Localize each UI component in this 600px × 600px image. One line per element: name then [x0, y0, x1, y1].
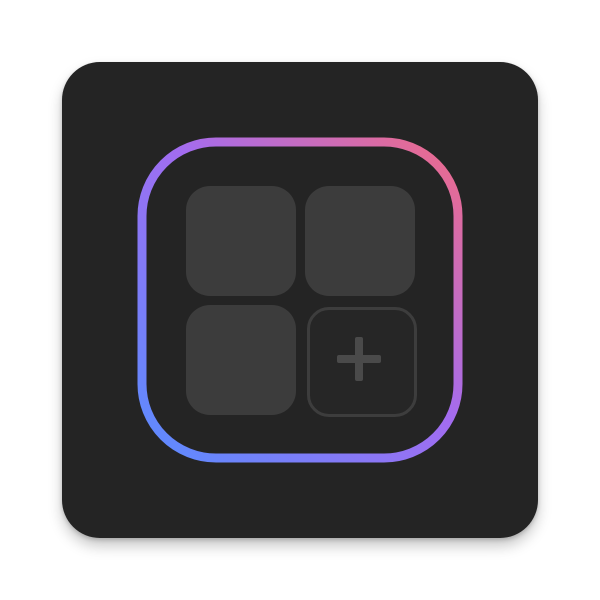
widget-tile-top-left — [186, 186, 296, 296]
widget-tile-top-right — [305, 186, 415, 296]
gradient-ring — [137, 137, 463, 463]
widget-tile-bottom-left — [186, 305, 296, 415]
plus-icon — [310, 310, 414, 414]
add-widget-tile[interactable] — [307, 307, 417, 417]
gradient-ring-svg — [137, 137, 463, 463]
canvas — [0, 0, 600, 600]
